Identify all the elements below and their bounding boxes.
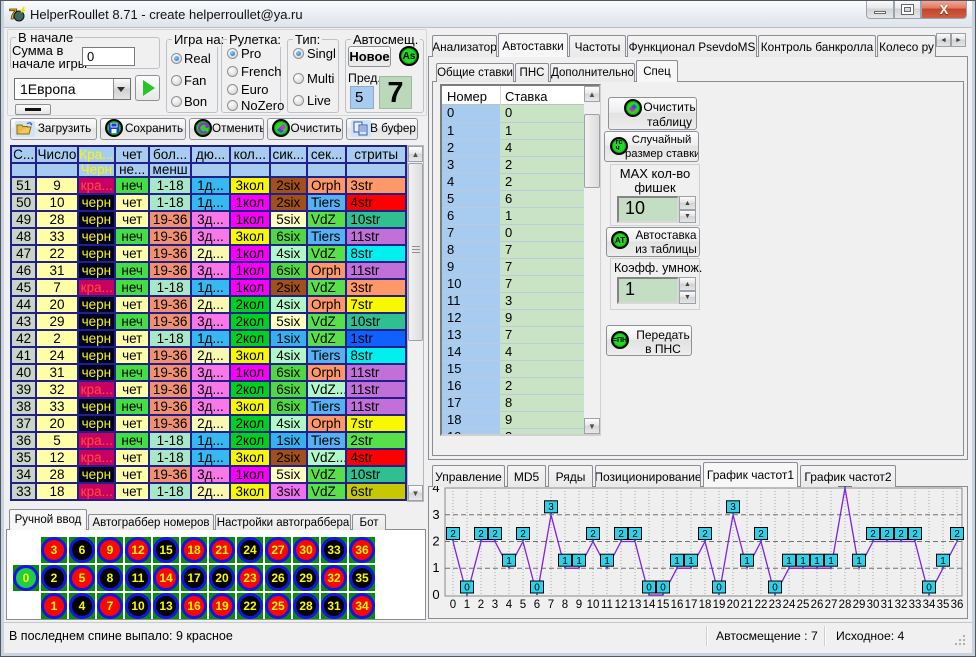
svg-text:33: 33 — [909, 599, 922, 611]
svg-text:15: 15 — [657, 599, 670, 611]
svg-text:27: 27 — [825, 599, 838, 611]
svg-text:16: 16 — [671, 599, 684, 611]
svg-text:1: 1 — [814, 556, 820, 567]
svg-text:2: 2 — [954, 529, 960, 540]
svg-text:1: 1 — [856, 556, 862, 567]
svg-text:3: 3 — [548, 502, 554, 513]
svg-text:1: 1 — [506, 556, 512, 567]
svg-text:2: 2 — [478, 529, 484, 540]
svg-text:0: 0 — [534, 583, 540, 594]
svg-text:1: 1 — [576, 556, 582, 567]
svg-text:1: 1 — [940, 556, 946, 567]
svg-text:17: 17 — [685, 599, 698, 611]
svg-text:6: 6 — [534, 599, 540, 611]
svg-text:2: 2 — [758, 529, 764, 540]
svg-text:0: 0 — [450, 599, 456, 611]
svg-text:2: 2 — [912, 529, 918, 540]
svg-text:26: 26 — [811, 599, 824, 611]
svg-text:34: 34 — [923, 599, 936, 611]
svg-text:2: 2 — [590, 529, 596, 540]
svg-text:2: 2 — [870, 529, 876, 540]
svg-text:5: 5 — [520, 599, 526, 611]
svg-text:2: 2 — [884, 529, 890, 540]
svg-text:11: 11 — [601, 599, 613, 611]
svg-text:31: 31 — [881, 599, 894, 611]
svg-text:28: 28 — [839, 599, 852, 611]
svg-text:8: 8 — [562, 599, 568, 611]
svg-text:0: 0 — [660, 583, 666, 594]
svg-text:21: 21 — [741, 599, 754, 611]
svg-text:1: 1 — [744, 556, 750, 567]
svg-text:35: 35 — [937, 599, 950, 611]
svg-text:32: 32 — [895, 599, 908, 611]
svg-text:0: 0 — [646, 583, 652, 594]
svg-text:24: 24 — [783, 599, 796, 611]
svg-text:20: 20 — [727, 599, 740, 611]
svg-text:4: 4 — [842, 486, 848, 487]
svg-text:1: 1 — [800, 556, 806, 567]
svg-text:13: 13 — [629, 599, 642, 611]
svg-text:1: 1 — [688, 556, 694, 567]
svg-text:12: 12 — [615, 599, 628, 611]
svg-text:3: 3 — [730, 502, 736, 513]
svg-text:2: 2 — [492, 529, 498, 540]
svg-text:30: 30 — [867, 599, 880, 611]
svg-text:2: 2 — [632, 529, 638, 540]
svg-text:4: 4 — [506, 599, 513, 611]
svg-text:1: 1 — [562, 556, 568, 567]
svg-text:7: 7 — [548, 599, 554, 611]
svg-text:0: 0 — [926, 583, 932, 594]
svg-text:22: 22 — [755, 599, 768, 611]
svg-text:1: 1 — [604, 556, 610, 567]
svg-text:2: 2 — [478, 599, 484, 611]
svg-text:3: 3 — [492, 599, 498, 611]
svg-text:2: 2 — [520, 529, 526, 540]
svg-text:2: 2 — [702, 529, 708, 540]
svg-text:36: 36 — [951, 599, 964, 611]
svg-text:10: 10 — [587, 599, 600, 611]
svg-text:1: 1 — [828, 556, 834, 567]
svg-text:3: 3 — [432, 507, 439, 522]
svg-text:9: 9 — [576, 599, 582, 611]
svg-text:2: 2 — [618, 529, 624, 540]
svg-text:0: 0 — [432, 587, 439, 602]
svg-text:25: 25 — [797, 599, 810, 611]
svg-text:14: 14 — [643, 599, 656, 611]
svg-text:1: 1 — [674, 556, 680, 567]
svg-text:4: 4 — [432, 486, 439, 495]
svg-text:0: 0 — [772, 583, 778, 594]
svg-text:2: 2 — [450, 529, 456, 540]
svg-text:23: 23 — [769, 599, 782, 611]
svg-text:0: 0 — [716, 583, 722, 594]
svg-text:18: 18 — [699, 599, 712, 611]
svg-text:2: 2 — [898, 529, 904, 540]
svg-text:1: 1 — [432, 560, 439, 575]
svg-text:19: 19 — [713, 599, 726, 611]
svg-text:1: 1 — [464, 599, 470, 611]
svg-text:1: 1 — [786, 556, 792, 567]
svg-text:0: 0 — [464, 583, 470, 594]
svg-text:29: 29 — [853, 599, 866, 611]
svg-text:2: 2 — [432, 534, 439, 549]
